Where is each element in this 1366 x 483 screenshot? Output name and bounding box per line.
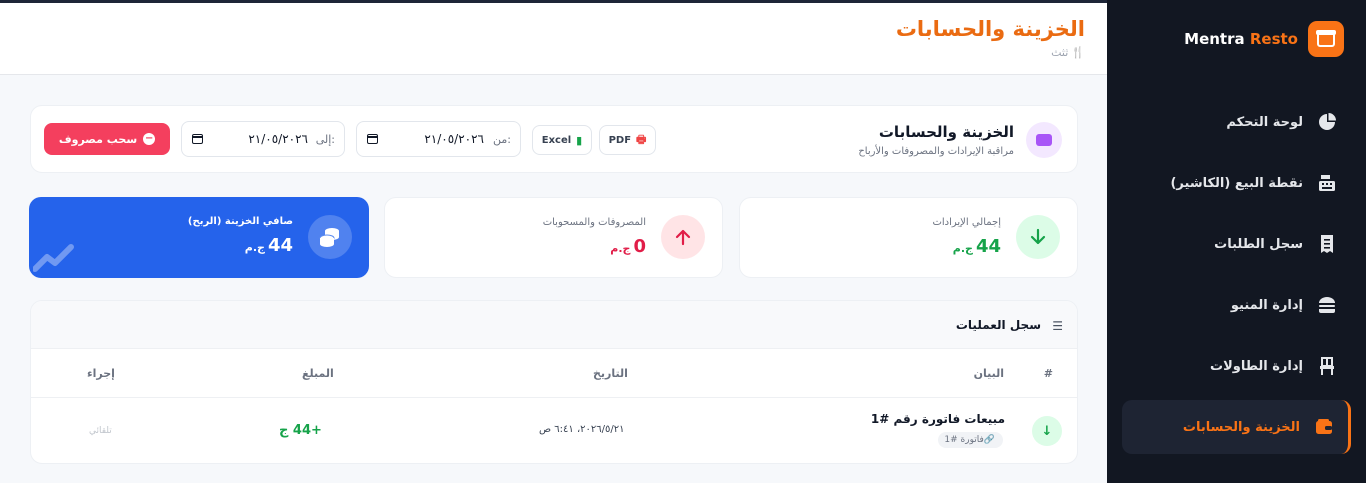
transactions-header: سجل العمليات ☰	[31, 301, 1077, 349]
pdf-label: PDF	[608, 134, 632, 146]
sidebar-item-menu[interactable]: إدارة المنيو	[1122, 278, 1351, 332]
revenue-label: إجمالي الإيرادات	[932, 217, 1001, 228]
sidebar-nav: لوحة التحكم نقطة البيع (الكاشير) سجل الط…	[1122, 95, 1351, 461]
sidebar-item-tables[interactable]: إدارة الطاولات	[1122, 339, 1351, 393]
sidebar-item-orders[interactable]: سجل الطلبات	[1122, 217, 1351, 271]
row-amount: +44 ج	[279, 423, 322, 438]
net-label: صافي الخزينة (الربح)	[187, 216, 293, 227]
net-treasury-stat-card: صافي الخزينة (الربح) 44ج.م	[29, 197, 369, 278]
utensils-icon: 🍴	[1071, 46, 1085, 59]
expenses-value: 0ج.م	[610, 236, 646, 257]
date-from-field[interactable]: من: ٢١/٠٥/٢٠٢٦	[356, 121, 521, 157]
page-header: الخزينة والحسابات 🍴ثثث	[0, 3, 1107, 75]
cash-register-icon	[1317, 173, 1337, 193]
column-header-description: البيان	[973, 367, 1004, 380]
invoice-tag[interactable]: فاتورة #1 🔗	[938, 432, 1003, 448]
revenue-stat-card: إجمالي الإيرادات 44ج.م	[739, 197, 1078, 278]
receipt-icon	[1317, 234, 1337, 254]
row-description: مبيعات فاتورة رقم #1	[870, 412, 1005, 426]
column-header-date: التاريخ	[593, 367, 628, 380]
sidebar-item-dashboard[interactable]: لوحة التحكم	[1122, 95, 1351, 149]
brand[interactable]: Mentra Resto	[1184, 20, 1344, 58]
coins-icon	[308, 215, 352, 259]
sidebar-item-label: لوحة التحكم	[1226, 114, 1303, 130]
transactions-card: سجل العمليات ☰ # البيان التاريخ المبلغ إ…	[30, 300, 1078, 464]
sidebar-item-treasury[interactable]: الخزينة والحسابات	[1122, 400, 1351, 454]
revenue-value: 44ج.م	[952, 236, 1001, 257]
arrow-down-icon: ↓	[1032, 416, 1062, 446]
withdraw-expense-button[interactable]: سحب مصروف −	[44, 123, 170, 155]
printer-icon: 🖶	[636, 132, 647, 146]
calendar-icon[interactable]	[192, 134, 203, 144]
column-header-amount: المبلغ	[302, 367, 334, 380]
calendar-icon[interactable]	[367, 134, 378, 144]
table-divider	[31, 397, 1077, 398]
sidebar-item-label: سجل الطلبات	[1214, 236, 1303, 252]
sidebar-item-pos[interactable]: نقطة البيع (الكاشير)	[1122, 156, 1351, 210]
date-from-value: ٢١/٠٥/٢٠٢٦	[424, 132, 484, 146]
sidebar: Mentra Resto لوحة التحكم نقطة البيع (الك…	[1107, 0, 1366, 483]
link-icon: 🔗	[983, 435, 995, 445]
wallet-icon	[1026, 122, 1062, 158]
restaurant-name: ثثث	[1051, 46, 1069, 59]
row-action: تلقائي	[89, 426, 112, 436]
excel-label: Excel	[541, 134, 572, 146]
arrow-up-icon	[661, 215, 705, 259]
filter-card: الخزينة والحسابات مراقبة الإيرادات والمص…	[30, 105, 1078, 173]
filter-card-subtitle: مراقبة الإيرادات والمصروفات والأرباح	[858, 146, 1014, 157]
date-from-label: من:	[493, 132, 511, 146]
expenses-label: المصروفات والمسحوبات	[542, 217, 646, 228]
date-to-label: إلى:	[315, 132, 335, 146]
list-icon: ☰	[1052, 319, 1063, 333]
export-pdf-button[interactable]: PDF 🖶	[599, 125, 656, 155]
sidebar-item-label: نقطة البيع (الكاشير)	[1170, 175, 1303, 191]
minus-circle-icon: −	[143, 133, 156, 145]
net-value: 44ج.م	[244, 235, 293, 256]
burger-icon	[1317, 295, 1337, 315]
excel-file-icon: ▮	[576, 133, 583, 147]
date-to-value: ٢١/٠٥/٢٠٢٦	[248, 132, 308, 146]
chair-icon	[1317, 356, 1337, 376]
wallet-icon	[1314, 417, 1334, 437]
column-header-index: #	[1043, 367, 1053, 380]
filter-card-title: الخزينة والحسابات	[878, 123, 1014, 141]
sidebar-item-label: إدارة المنيو	[1230, 297, 1303, 313]
expenses-stat-card: المصروفات والمسحوبات 0ج.م	[384, 197, 723, 278]
transactions-title: سجل العمليات	[955, 318, 1041, 332]
date-to-field[interactable]: إلى: ٢١/٠٥/٢٠٢٦	[181, 121, 345, 157]
page-title: الخزينة والحسابات	[895, 17, 1085, 41]
sidebar-item-label: الخزينة والحسابات	[1182, 419, 1300, 435]
row-date: ٢٠٢٦/٥/٢١، ٦:٤١ ص	[539, 424, 625, 435]
page-subtitle: 🍴ثثث	[1051, 46, 1085, 59]
export-excel-button[interactable]: Excel ▮	[532, 125, 592, 155]
arrow-down-icon	[1016, 215, 1060, 259]
chart-line-icon	[33, 244, 74, 272]
store-icon	[1308, 21, 1344, 57]
brand-name: Mentra Resto	[1184, 30, 1298, 48]
pie-chart-icon	[1317, 112, 1337, 132]
withdraw-label: سحب مصروف	[58, 132, 138, 146]
column-header-action: إجراء	[87, 367, 115, 380]
sidebar-item-label: إدارة الطاولات	[1210, 358, 1303, 374]
